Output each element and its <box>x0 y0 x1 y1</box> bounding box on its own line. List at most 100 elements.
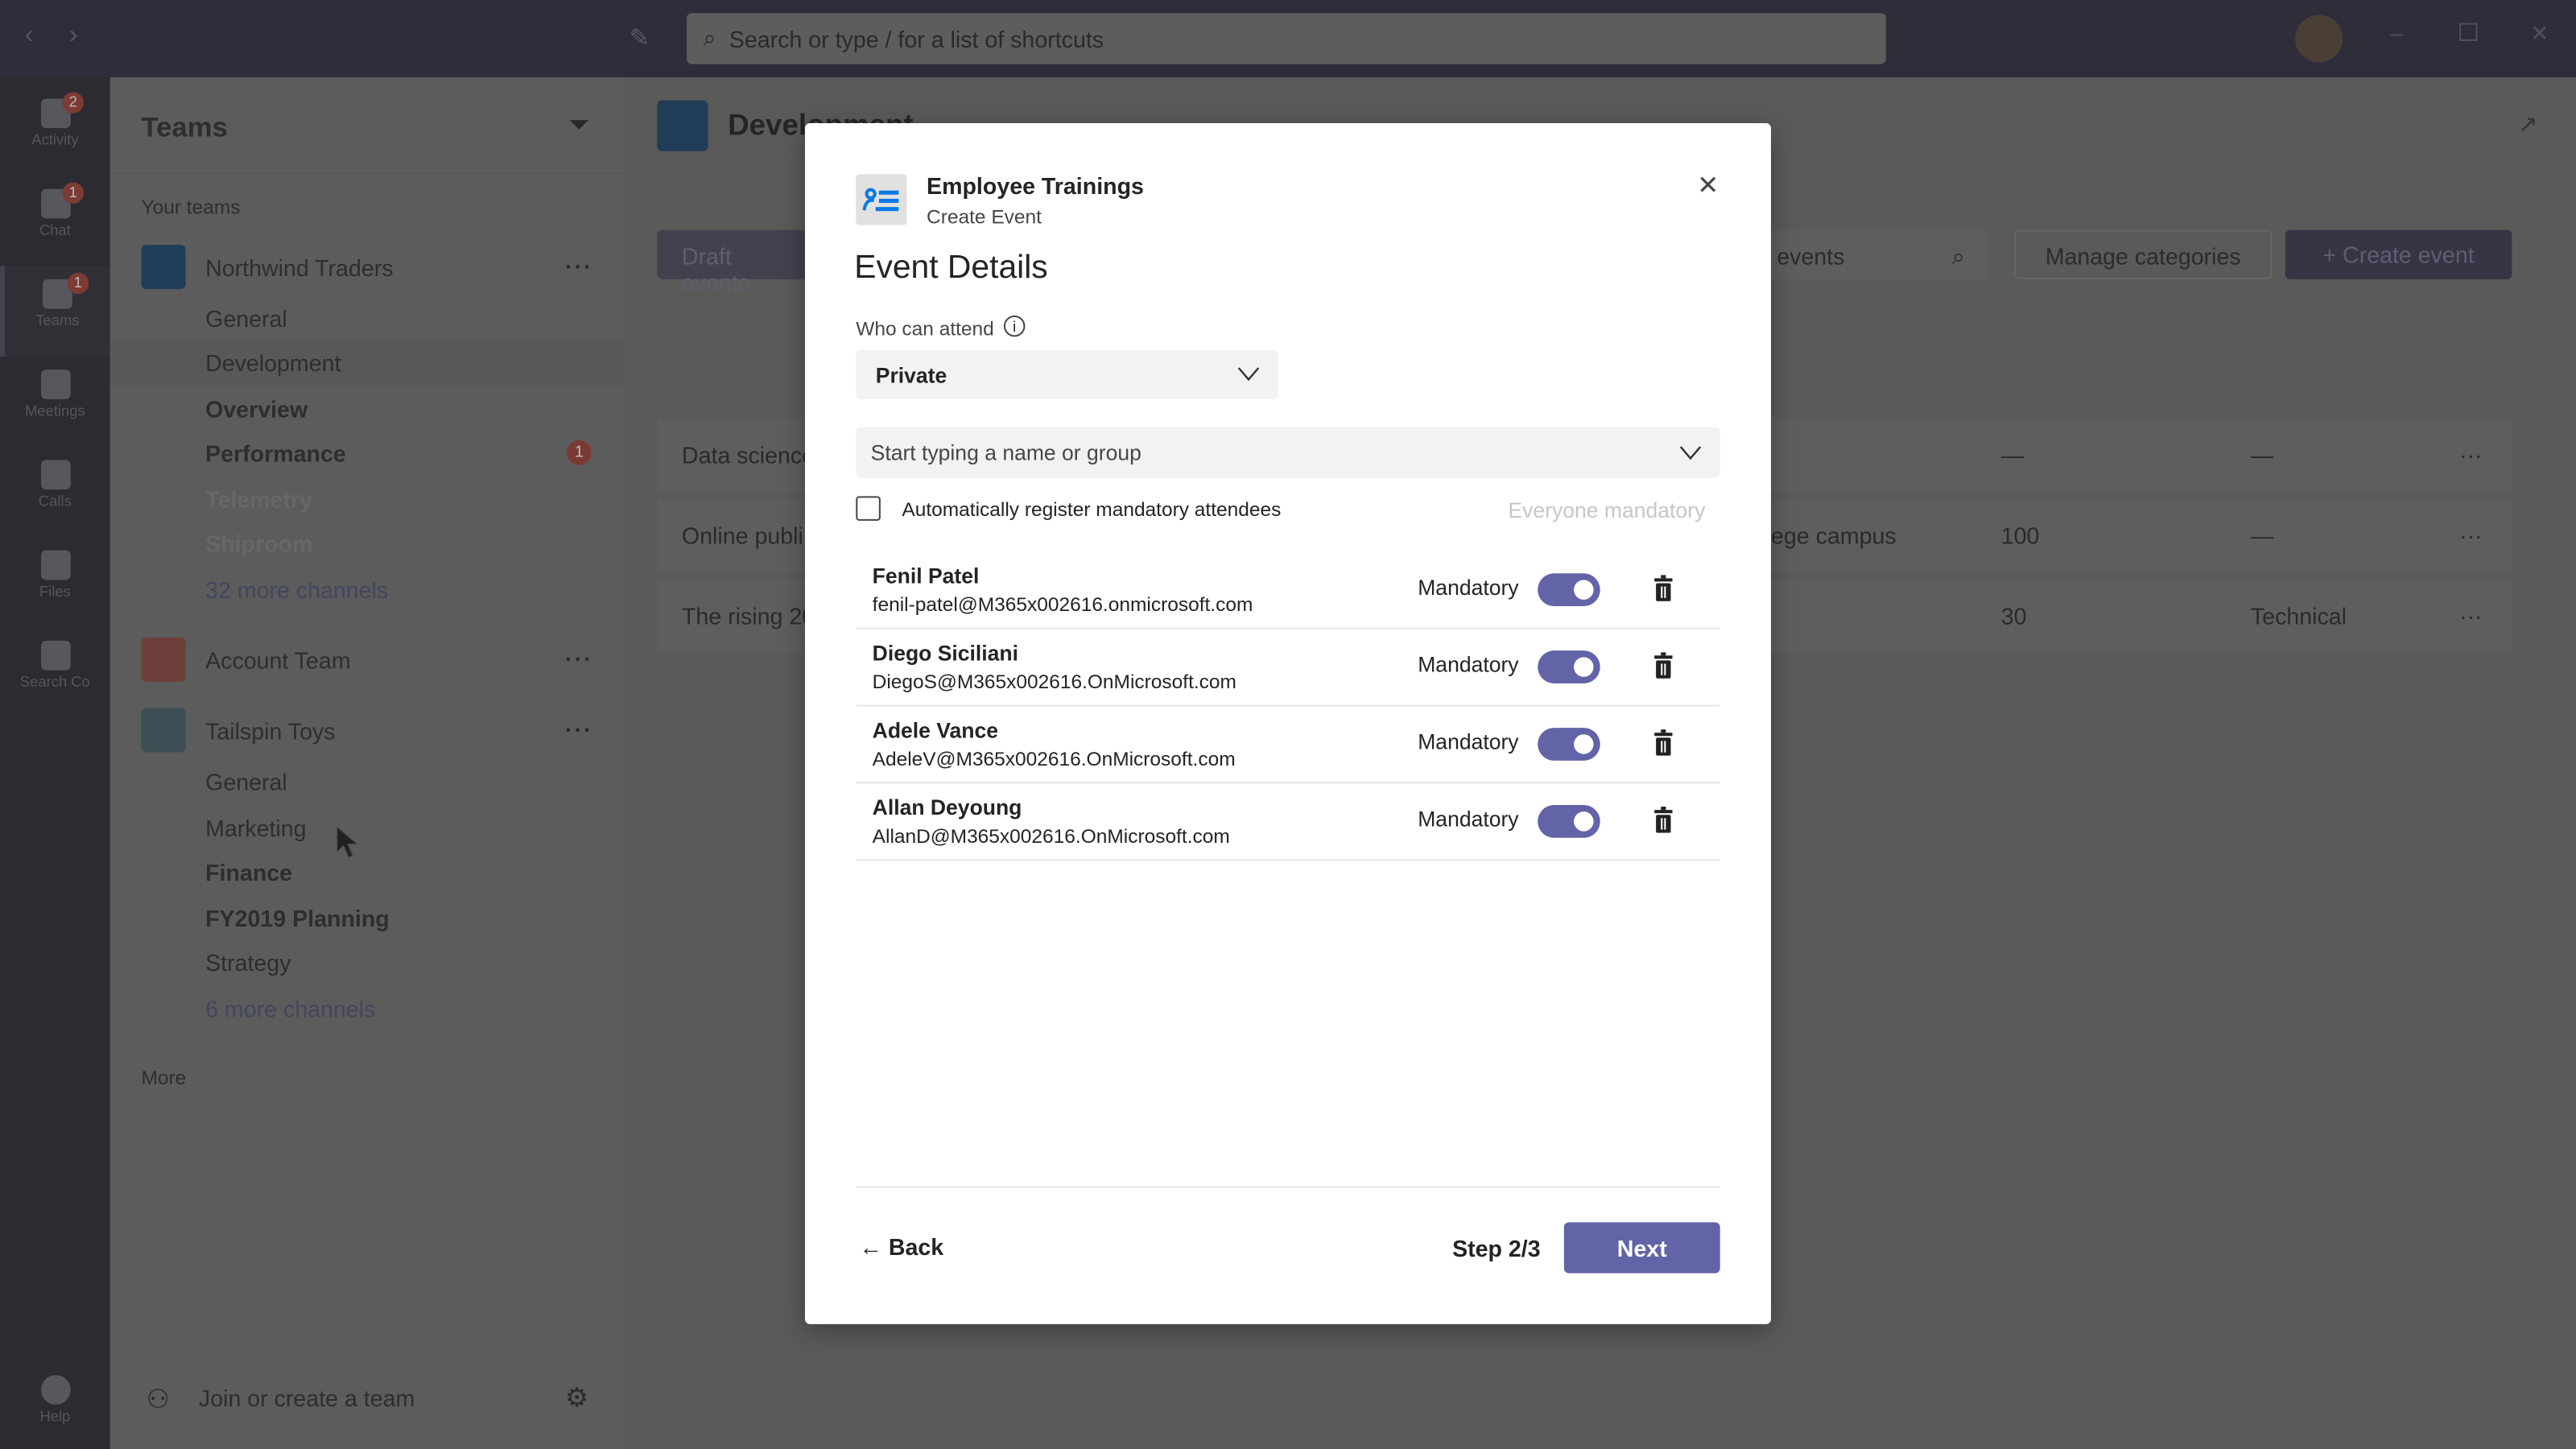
close-window-icon[interactable]: ✕ <box>2530 19 2549 47</box>
team-northwind[interactable]: Northwind Traders <box>205 254 393 281</box>
mandatory-toggle[interactable] <box>1538 573 1600 607</box>
file-icon <box>39 550 70 580</box>
close-icon[interactable]: ✕ <box>1697 169 1719 202</box>
attendee-row: Allan Deyoung AllanD@M365x002616.OnMicros… <box>856 783 1720 861</box>
trash-icon[interactable] <box>1654 807 1673 833</box>
rail-help[interactable]: Help <box>0 1362 110 1449</box>
back-nav-icon[interactable]: ‹ <box>25 22 34 52</box>
trash-icon[interactable] <box>1654 729 1673 756</box>
create-event-dialog: Employee Trainings Create Event ✕ Event … <box>804 123 1771 1324</box>
selected-channel-bg <box>109 340 625 386</box>
arrow-left-icon: ← <box>859 1233 882 1261</box>
more-options-icon[interactable]: ··· <box>2459 442 2483 469</box>
draft-events-tab[interactable]: Draft events <box>657 229 822 295</box>
mandatory-toggle[interactable] <box>1538 728 1600 761</box>
avatar[interactable] <box>2294 14 2343 63</box>
people-picker-input[interactable]: Start typing a name or group <box>856 427 1720 478</box>
minimize-icon[interactable]: – <box>2390 19 2403 46</box>
channel-item[interactable]: Strategy <box>205 950 291 976</box>
team-icon <box>141 245 186 290</box>
more-options-icon[interactable]: ··· <box>565 716 593 743</box>
search-input[interactable]: ⌕ Search or type / for a list of shortcut… <box>687 13 1886 64</box>
title-bar: ‹ › ✎ ⌕ Search or type / for a list of sh… <box>0 0 2576 77</box>
join-create-team[interactable]: Join or create a team <box>199 1385 415 1411</box>
chevron-down-icon <box>1237 367 1260 382</box>
team-icon <box>141 637 186 682</box>
team-account[interactable]: Account Team <box>205 647 351 674</box>
who-can-attend-dropdown[interactable]: Private <box>856 349 1278 399</box>
dialog-heading: Event Details <box>854 250 1048 287</box>
channel-item[interactable]: Telemetry <box>205 486 312 513</box>
app-icon <box>856 174 907 225</box>
forward-nav-icon[interactable]: › <box>69 22 78 52</box>
more-channels-link[interactable]: 32 more channels <box>205 576 388 603</box>
channel-item[interactable]: General <box>205 306 287 332</box>
unread-badge: 1 <box>567 440 592 465</box>
trash-icon[interactable] <box>1654 575 1673 601</box>
mandatory-toggle[interactable] <box>1538 650 1600 683</box>
more-label: More <box>141 1066 187 1090</box>
rail-files[interactable]: Files <box>0 537 110 627</box>
dialog-subtitle: Create Event <box>927 205 1042 229</box>
divider <box>109 172 625 175</box>
join-team-icon[interactable]: ⚇ <box>147 1383 170 1416</box>
attendee-row: Diego Siciliani DiegoS@M365x002616.OnMicr… <box>856 630 1720 707</box>
bing-icon <box>39 640 70 671</box>
more-channels-link[interactable]: 6 more channels <box>205 996 375 1022</box>
more-options-icon[interactable]: ··· <box>565 253 593 279</box>
rail-chat[interactable]: Chat 1 <box>0 175 110 266</box>
maximize-icon[interactable] <box>2459 23 2478 42</box>
channel-item[interactable]: Performance <box>205 440 346 467</box>
next-button[interactable]: Next <box>1563 1222 1720 1274</box>
chevron-down-icon <box>1679 446 1702 460</box>
trash-icon[interactable] <box>1654 652 1673 679</box>
rail-search[interactable]: Search Co <box>0 628 110 718</box>
who-can-attend-label: Who can attend <box>856 316 994 341</box>
channel-item[interactable]: Overview <box>205 396 308 423</box>
manage-categories-button[interactable]: Manage categories <box>2014 229 2273 279</box>
attendee-row: Fenil Patel fenil-patel@M365x002616.onmic… <box>856 552 1720 630</box>
mandatory-toggle[interactable] <box>1538 804 1600 838</box>
rail-meetings[interactable]: Meetings <box>0 357 110 447</box>
app-name: Employee Trainings <box>927 172 1144 199</box>
team-tailspin[interactable]: Tailspin Toys <box>205 718 335 745</box>
section-label: Your teams <box>141 195 241 219</box>
calendar-icon <box>39 369 70 399</box>
search-icon: ⌕ <box>703 24 716 52</box>
channel-item[interactable]: Shiproom <box>205 530 312 557</box>
more-options-icon[interactable]: ··· <box>2459 603 2483 630</box>
channel-item[interactable]: Finance <box>205 859 292 886</box>
footer-divider <box>856 1186 1720 1188</box>
channel-item[interactable]: Development <box>205 350 341 377</box>
info-icon[interactable]: i <box>1003 315 1026 337</box>
help-icon <box>39 1375 70 1405</box>
rail-activity[interactable]: Activity 2 <box>0 85 110 175</box>
popout-icon[interactable]: ↗ <box>2519 110 2538 138</box>
filter-icon[interactable]: ⏷ <box>568 112 589 142</box>
channel-item[interactable]: FY2019 Planning <box>205 905 390 931</box>
team-icon <box>141 708 186 753</box>
everyone-mandatory-button[interactable]: Everyone mandatory <box>1508 497 1705 522</box>
rail-calls[interactable]: Calls <box>0 447 110 537</box>
auto-register-label: Automatically register mandatory attende… <box>902 497 1282 521</box>
gear-icon[interactable]: ⚙ <box>565 1381 588 1414</box>
mouse-cursor-icon <box>336 824 361 859</box>
attendee-row: Adele Vance AdeleV@M365x002616.OnMicrosof… <box>856 707 1720 784</box>
create-event-button[interactable]: + Create event <box>2285 229 2512 279</box>
auto-register-checkbox[interactable] <box>856 496 881 521</box>
compose-icon[interactable]: ✎ <box>630 23 650 53</box>
channel-item[interactable]: General <box>205 769 287 795</box>
phone-icon <box>39 460 70 490</box>
search-icon: ⌕ <box>1951 243 1965 270</box>
more-options-icon[interactable]: ··· <box>2459 522 2483 549</box>
back-button[interactable]: ← Back <box>859 1234 943 1261</box>
app-rail: Activity 2 Chat 1 Teams 1 Meetings Calls Fi… <box>0 76 110 1449</box>
sidebar-title: Teams <box>141 111 228 143</box>
rail-teams[interactable]: Teams 1 <box>0 266 110 357</box>
channel-item[interactable]: Marketing <box>205 815 306 841</box>
search-events-input[interactable]: r events ⌕ <box>1741 229 1988 279</box>
step-indicator: Step 2/3 <box>1452 1235 1541 1262</box>
channel-icon <box>657 100 708 151</box>
more-options-icon[interactable]: ··· <box>565 646 593 672</box>
teams-sidebar: Teams ⏷ Your teams Northwind Traders ···… <box>109 76 625 1449</box>
